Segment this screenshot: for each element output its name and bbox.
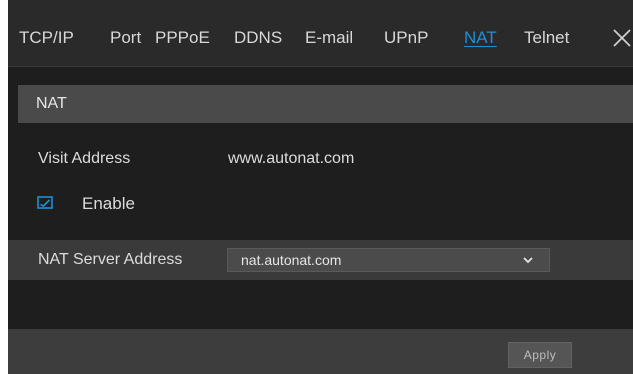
section-title: NAT xyxy=(36,95,67,112)
tab-email[interactable]: E-mail xyxy=(305,27,353,49)
chevron-down-icon xyxy=(523,257,533,264)
tab-bar: TCP/IP Port PPPoE DDNS E-mail UPnP NAT T… xyxy=(8,0,633,67)
tab-tcp-ip[interactable]: TCP/IP xyxy=(19,27,74,49)
enable-label: Enable xyxy=(82,194,135,213)
visit-address-label: Visit Address xyxy=(38,150,131,167)
close-icon[interactable] xyxy=(612,28,632,48)
footer-bar: Apply xyxy=(8,329,633,374)
tab-ddns[interactable]: DDNS xyxy=(234,27,282,49)
visit-address-value: www.autonat.com xyxy=(228,150,355,167)
tab-telnet[interactable]: Telnet xyxy=(524,27,569,49)
nat-server-dropdown[interactable]: nat.autonat.com xyxy=(227,248,550,272)
nat-server-selected-value: nat.autonat.com xyxy=(241,252,342,268)
nat-server-label: NAT Server Address xyxy=(38,251,183,268)
enable-checkbox[interactable] xyxy=(37,196,53,209)
nat-server-row: NAT Server Address nat.autonat.com xyxy=(8,240,633,280)
nat-settings-window: TCP/IP Port PPPoE DDNS E-mail UPnP NAT T… xyxy=(8,0,633,374)
apply-button[interactable]: Apply xyxy=(508,342,572,368)
tab-upnp[interactable]: UPnP xyxy=(384,27,428,49)
tab-port[interactable]: Port xyxy=(110,27,141,49)
section-header: NAT xyxy=(18,85,633,123)
tab-pppoe[interactable]: PPPoE xyxy=(155,27,210,49)
tab-nat[interactable]: NAT xyxy=(464,27,497,49)
